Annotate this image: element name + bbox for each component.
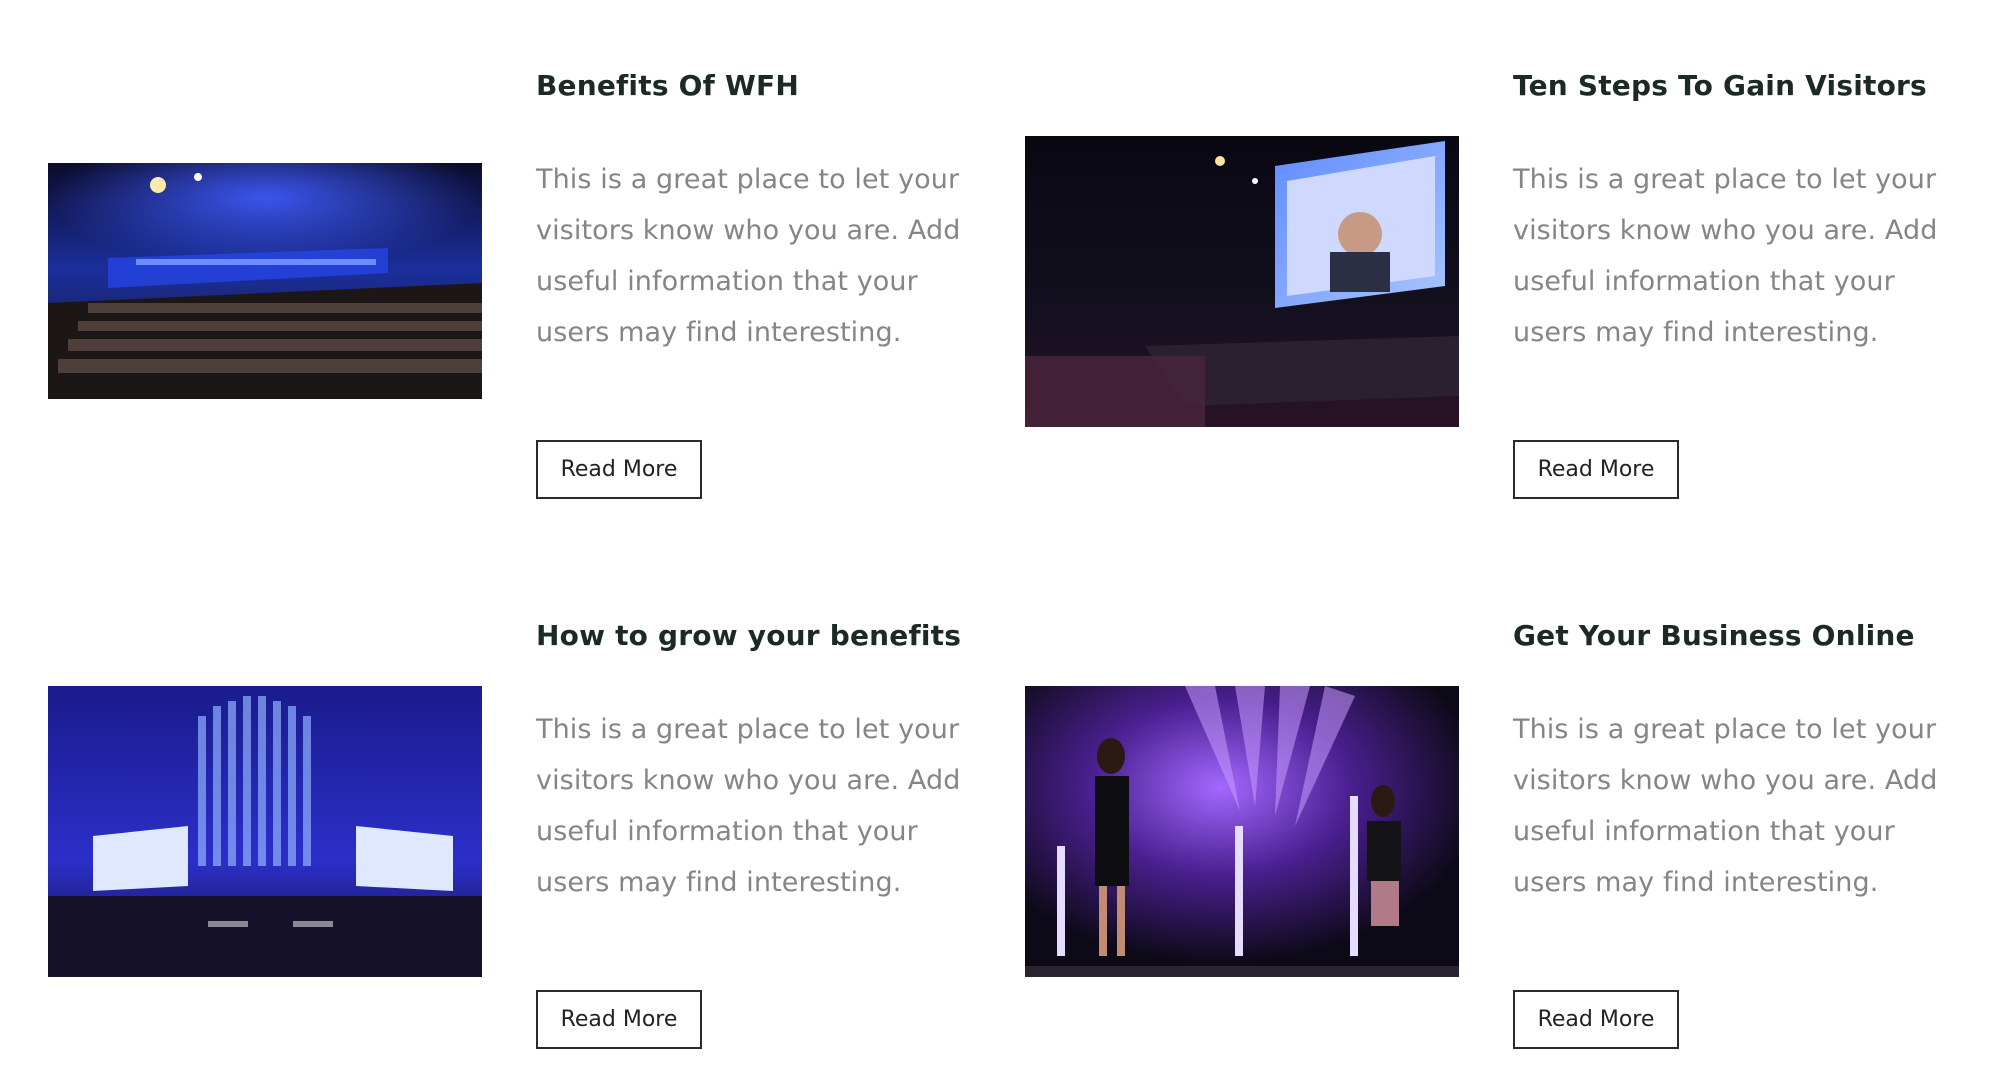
card-title: Benefits Of WFH bbox=[536, 69, 800, 102]
organ-hall-image bbox=[48, 686, 482, 977]
card-title: Get Your Business Online bbox=[1513, 619, 1915, 652]
card-description: This is a great place to let your visito… bbox=[1513, 164, 1938, 348]
speaker-on-screen-photo[interactable] bbox=[1025, 136, 1459, 427]
two-presenters-stage-photo[interactable] bbox=[1025, 686, 1459, 977]
conference-hall-image bbox=[48, 163, 482, 399]
organ-hall-photo[interactable] bbox=[48, 686, 482, 977]
read-more-button[interactable]: Read More bbox=[536, 990, 702, 1049]
blog-card: Get Your Business Online This is a great… bbox=[1025, 550, 1985, 1072]
card-description: This is a great place to let your visito… bbox=[536, 714, 961, 898]
blog-card: Benefits Of WFH This is a great place to… bbox=[48, 0, 1008, 540]
read-more-button[interactable]: Read More bbox=[536, 440, 702, 499]
conference-hall-photo[interactable] bbox=[48, 163, 482, 399]
two-presenters-stage-image bbox=[1025, 686, 1459, 977]
card-title: How to grow your benefits bbox=[536, 619, 962, 652]
blog-card: Ten Steps To Gain Visitors This is a gre… bbox=[1025, 0, 1985, 540]
read-more-button[interactable]: Read More bbox=[1513, 440, 1679, 499]
speaker-on-screen-image bbox=[1025, 136, 1459, 427]
read-more-button[interactable]: Read More bbox=[1513, 990, 1679, 1049]
card-title: Ten Steps To Gain Visitors bbox=[1513, 69, 1927, 102]
card-description: This is a great place to let your visito… bbox=[536, 164, 961, 348]
blog-card: How to grow your benefits This is a grea… bbox=[48, 550, 1008, 1072]
card-description: This is a great place to let your visito… bbox=[1513, 714, 1938, 898]
